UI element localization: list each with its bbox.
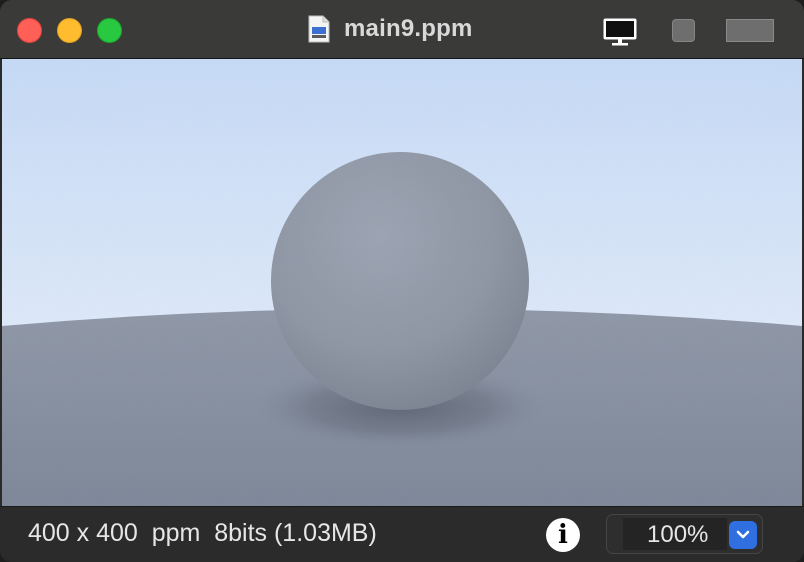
zoom-value: 100% — [647, 521, 709, 548]
rendered-sphere-image — [2, 59, 802, 506]
window-title: main9.ppm — [308, 14, 473, 44]
preview-window: main9.ppm 400 x 400 ppm 8bits (1.03MB) i… — [0, 0, 804, 562]
document-icon — [308, 15, 330, 43]
window-title-text: main9.ppm — [344, 15, 473, 42]
image-info-text: 400 x 400 ppm 8bits (1.03MB) — [28, 519, 377, 547]
zoom-button[interactable] — [97, 18, 122, 43]
wide-rect-icon[interactable] — [726, 19, 774, 42]
chevron-down-icon[interactable] — [729, 521, 757, 549]
zoom-select[interactable]: 100% — [606, 514, 763, 554]
info-icon[interactable]: i — [546, 518, 580, 552]
close-button[interactable] — [17, 18, 42, 43]
status-bar: 400 x 400 ppm 8bits (1.03MB) i 100% — [0, 506, 804, 562]
square-icon[interactable] — [672, 19, 695, 42]
minimize-button[interactable] — [57, 18, 82, 43]
monitor-icon[interactable] — [602, 17, 638, 47]
title-bar[interactable]: main9.ppm — [0, 0, 804, 59]
image-viewport[interactable] — [2, 59, 802, 506]
